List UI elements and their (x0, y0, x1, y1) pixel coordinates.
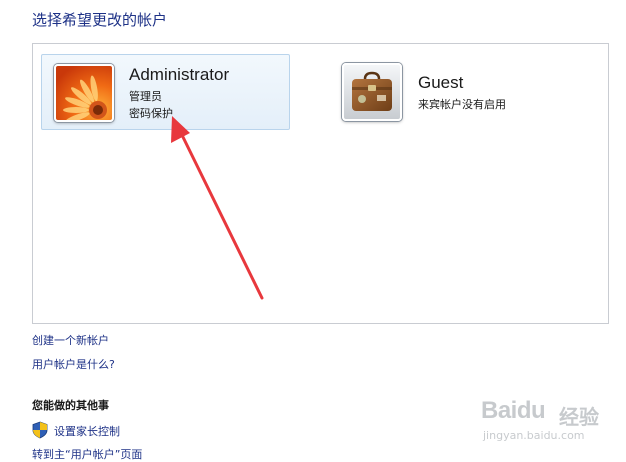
baidu-watermark: Baidu 经验 jingyan.baidu.com (481, 397, 621, 449)
create-account-link[interactable]: 创建一个新帐户 (32, 332, 109, 348)
parental-controls-link[interactable]: 设置家长控制 (54, 423, 120, 439)
account-type: 管理员 (129, 90, 162, 103)
watermark-cn: 经验 (559, 405, 599, 429)
account-name: Administrator (129, 65, 230, 84)
what-is-account-link[interactable]: 用户帐户是什么? (32, 356, 115, 372)
uac-shield-icon (32, 421, 48, 439)
account-tile-administrator[interactable]: Administrator 管理员 密码保护 (41, 54, 290, 130)
watermark-url: jingyan.baidu.com (483, 429, 585, 442)
watermark-logo: Baidu (481, 397, 546, 424)
account-password-status: 密码保护 (129, 107, 173, 120)
account-name: Guest (418, 73, 464, 92)
accounts-panel: Administrator 管理员 密码保护 Guest 来宾帐户没有启用 (32, 43, 609, 324)
flower-avatar-icon (54, 64, 114, 122)
briefcase-avatar-icon (342, 63, 402, 121)
page-title: 选择希望更改的帐户 (32, 11, 168, 29)
other-tasks-heading: 您能做的其他事 (32, 399, 109, 412)
account-status: 来宾帐户没有启用 (418, 98, 506, 111)
main-user-accounts-link[interactable]: 转到主“用户帐户”页面 (32, 446, 142, 462)
account-tile-guest[interactable]: Guest 来宾帐户没有启用 (338, 54, 578, 130)
